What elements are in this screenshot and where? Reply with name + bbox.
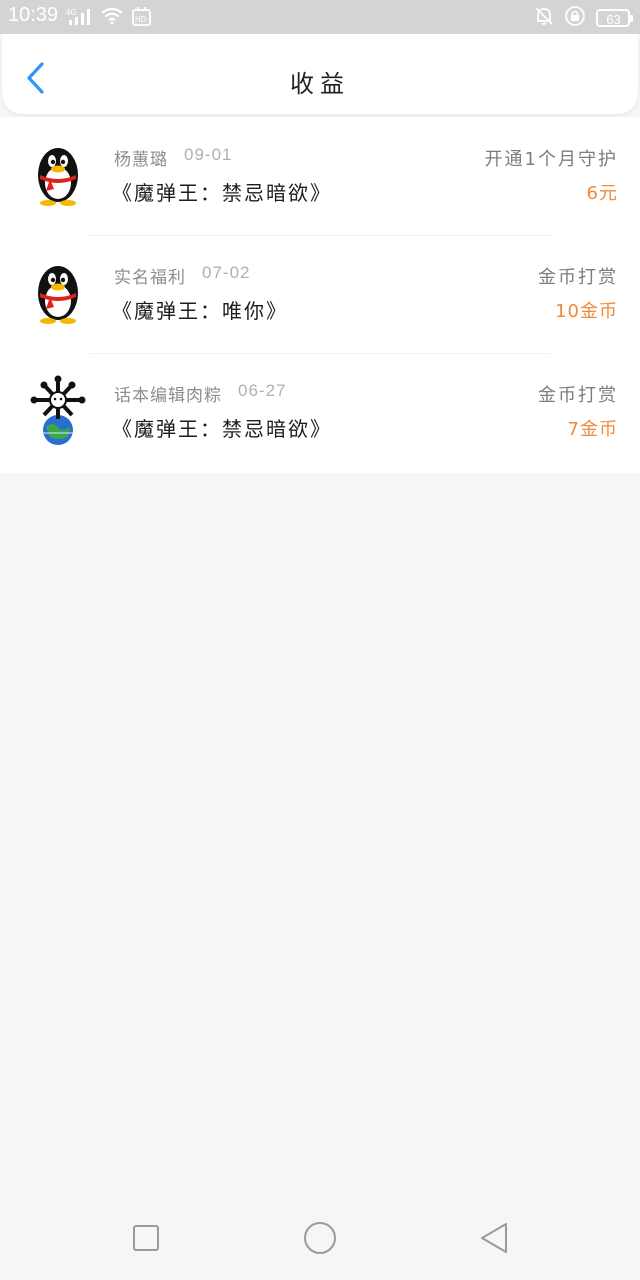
header: 收益 (2, 34, 638, 114)
name-line: 杨蕙璐 09-01 (114, 145, 232, 170)
earning-amount: 10金币 (555, 301, 618, 322)
system-nav-bar (0, 1196, 640, 1280)
name-line: 实名福利 07-02 (114, 263, 250, 288)
status-left-icons: 4G HD (66, 6, 152, 30)
list-item[interactable]: 杨蕙璐 09-01 《魔弹王：禁忌暗欲》 开通1个月守护 6元 (0, 117, 640, 235)
hd-label: HD (135, 15, 147, 24)
network-label: 4G (66, 8, 77, 17)
recent-apps-button[interactable] (126, 1218, 166, 1258)
penguin-avatar-icon (38, 148, 78, 206)
earnings-list: 杨蕙璐 09-01 《魔弹王：禁忌暗欲》 开通1个月守护 6元 实名福利 07-… (0, 117, 640, 475)
record-date: 09-01 (184, 145, 233, 164)
status-right-icons: 63 (534, 5, 633, 31)
book-title: 《魔弹王：禁忌暗欲》 (112, 417, 332, 441)
user-name: 话本编辑肉粽 (114, 386, 222, 406)
lock-rotation-icon (564, 5, 586, 31)
page-title: 收益 (290, 70, 350, 98)
status-time: 10:39 (8, 4, 59, 26)
globe-bones-avatar-icon (30, 375, 86, 445)
list-item[interactable]: 实名福利 07-02 《魔弹王：唯你》 金币打赏 10金币 (0, 235, 640, 353)
earning-type: 开通1个月守护 (484, 149, 618, 170)
home-button[interactable] (300, 1218, 340, 1258)
record-date: 06-27 (238, 381, 287, 400)
system-back-button[interactable] (474, 1218, 514, 1258)
status-bar: 10:39 4G HD 63 (0, 0, 640, 34)
user-name: 杨蕙璐 (114, 150, 168, 170)
battery-icon: 63 (596, 9, 633, 27)
book-title: 《魔弹王：唯你》 (112, 299, 288, 323)
book-title: 《魔弹王：禁忌暗欲》 (112, 181, 332, 205)
user-name: 实名福利 (114, 268, 186, 288)
circle-home-icon (304, 1222, 336, 1254)
avatar[interactable] (24, 139, 92, 207)
list-item[interactable]: 话本编辑肉粽 06-27 《魔弹王：禁忌暗欲》 金币打赏 7金币 (0, 353, 640, 471)
earning-amount: 7金币 (567, 419, 618, 440)
avatar[interactable] (24, 257, 92, 325)
avatar[interactable] (24, 375, 92, 445)
wifi-icon (100, 7, 124, 29)
record-date: 07-02 (202, 263, 251, 282)
square-recent-apps-icon (133, 1225, 159, 1251)
earning-amount: 6元 (586, 183, 618, 204)
earning-type: 金币打赏 (538, 267, 618, 288)
earning-type: 金币打赏 (538, 385, 618, 406)
mute-bell-icon (534, 6, 554, 30)
triangle-back-icon (481, 1223, 507, 1253)
name-line: 话本编辑肉粽 06-27 (114, 381, 286, 406)
signal-icon: 4G (66, 7, 92, 29)
penguin-avatar-icon (38, 266, 78, 324)
list-bottom-divider (0, 471, 640, 475)
hd-icon: HD (132, 6, 152, 30)
